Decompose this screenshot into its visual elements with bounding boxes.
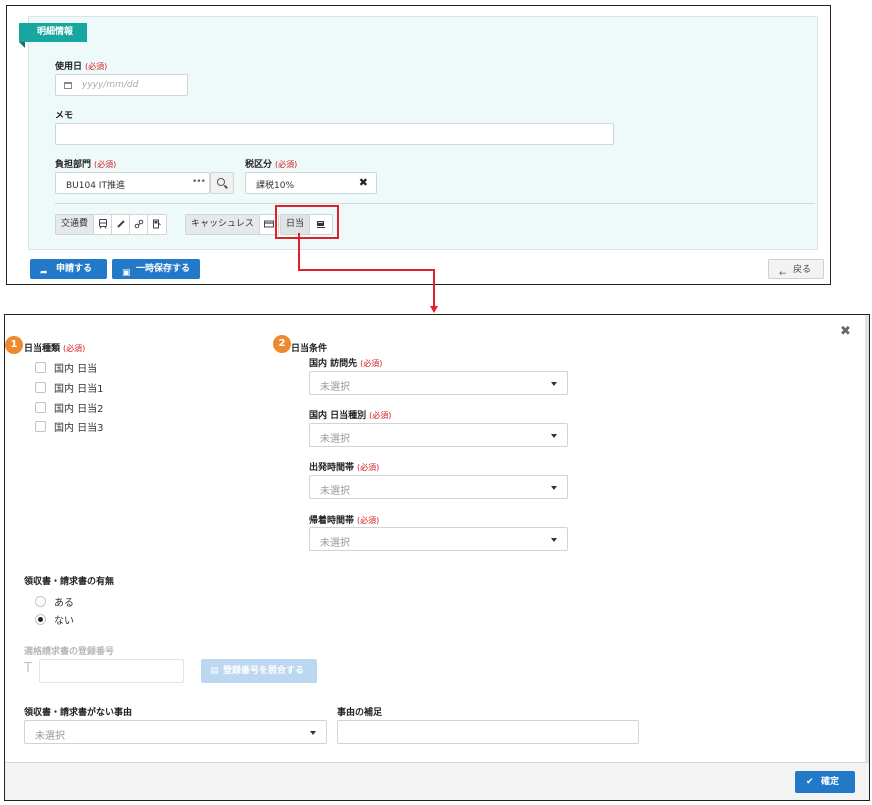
daily-allowance-dialog: ✖ 1 日当種類 (必須) 国内 日当 国内 日当1 国内 日当2 国内 日当3 … <box>4 314 870 801</box>
memo-label: メモ <box>55 111 74 121</box>
calendar-icon <box>64 82 72 89</box>
dialog-footer: ✔ 確定 <box>5 762 869 800</box>
daily-type-heading: 日当種類 (必須) <box>24 344 86 354</box>
detail-info-tag: 明細情報 <box>19 23 87 48</box>
departure-time-select[interactable]: 未選択 <box>309 475 568 499</box>
registration-number-label: 適格請求書の登録番号 <box>24 647 115 657</box>
highlight-box <box>275 205 339 239</box>
connector-line <box>298 233 300 270</box>
daily-type-option[interactable]: 国内 日当2 <box>35 400 104 415</box>
confirm-button[interactable]: ✔ 確定 <box>795 771 855 793</box>
transit-icon[interactable] <box>94 215 113 234</box>
receipt-heading: 領収書・請求書の有無 <box>24 577 115 587</box>
close-icon[interactable]: ✖ <box>840 324 851 339</box>
required-mark: (必須) <box>357 463 380 472</box>
return-time-label: 帰着時間帯 (必須) <box>309 516 380 526</box>
apply-button[interactable]: ➦ 申請する <box>30 259 107 279</box>
required-mark: (必須) <box>275 160 298 169</box>
memo-input[interactable] <box>55 123 614 145</box>
department-search-button[interactable] <box>210 172 234 194</box>
receipt-option-no[interactable]: ない <box>35 612 74 627</box>
cashless-toolbar: キャッシュレス <box>185 214 279 235</box>
required-mark: (必須) <box>85 62 108 71</box>
radio-button-selected[interactable] <box>35 614 46 625</box>
department-label: 負担部門 (必須) <box>55 160 117 170</box>
visit-destination-label: 国内 訪問先 (必須) <box>309 359 383 369</box>
no-receipt-reason-select[interactable]: 未選択 <box>24 720 327 744</box>
registration-prefix: T <box>24 661 32 676</box>
transport-label: 交通費 <box>56 215 95 234</box>
use-date-input[interactable]: yyyy/mm/dd <box>55 74 188 96</box>
registration-number-input[interactable] <box>39 659 184 683</box>
expense-detail-panel: 明細情報 使用日 (必須) yyyy/mm/dd メモ 負担部門 (必須) BU10… <box>6 5 831 285</box>
use-date-label: 使用日 (必須) <box>55 62 108 72</box>
cashless-label: キャッシュレス <box>186 215 260 234</box>
required-mark: (必須) <box>94 160 117 169</box>
step-badge-2: 2 <box>273 335 291 353</box>
chevron-down-icon <box>310 731 316 735</box>
required-mark: (必須) <box>369 411 392 420</box>
temp-save-button[interactable]: ▣ 一時保存する <box>112 259 200 279</box>
save-icon: ▣ <box>122 268 131 278</box>
verify-registration-button[interactable]: ▤ 登録番号を照合する <box>201 659 317 683</box>
share-arrow-icon: ➦ <box>40 268 48 278</box>
search-icon <box>217 178 225 186</box>
chevron-down-icon <box>551 382 557 386</box>
transport-toolbar: 交通費 <box>55 214 168 235</box>
scrollbar[interactable] <box>865 315 869 762</box>
connector-line <box>298 269 435 271</box>
arrow-left-icon: ← <box>779 269 787 279</box>
departure-time-label: 出発時間帯 (必須) <box>309 463 380 473</box>
reason-note-input[interactable] <box>337 720 639 744</box>
daily-type-option[interactable]: 国内 日当 <box>35 360 97 375</box>
daily-type-option[interactable]: 国内 日当3 <box>35 419 104 434</box>
radio-button[interactable] <box>35 596 46 607</box>
use-date-placeholder: yyyy/mm/dd <box>82 80 139 90</box>
receipt-option-yes[interactable]: ある <box>35 594 74 609</box>
back-button[interactable]: ← 戻る <box>768 259 824 279</box>
more-icon[interactable]: ••• <box>192 177 206 187</box>
checkbox[interactable] <box>35 402 46 413</box>
checkbox[interactable] <box>35 362 46 373</box>
fuel-icon[interactable] <box>148 215 167 234</box>
chevron-down-icon <box>551 538 557 542</box>
arrow-down-icon <box>430 306 438 313</box>
required-mark: (必須) <box>63 344 86 353</box>
department-value: BU104 IT推進 <box>66 181 125 191</box>
checkbox[interactable] <box>35 421 46 432</box>
clear-icon[interactable]: ✖ <box>359 176 368 189</box>
tax-value: 課税10% <box>256 181 295 191</box>
check-icon: ✔ <box>806 777 814 787</box>
required-mark: (必須) <box>357 516 380 525</box>
required-mark: (必須) <box>360 359 383 368</box>
chevron-down-icon <box>551 486 557 490</box>
tax-label: 税区分 (必須) <box>245 160 298 170</box>
return-time-select[interactable]: 未選択 <box>309 527 568 551</box>
daily-category-label: 国内 日当種別 (必須) <box>309 411 392 421</box>
checkbox[interactable] <box>35 382 46 393</box>
tax-select[interactable]: 課税10% ✖ <box>245 172 377 194</box>
visit-destination-select[interactable]: 未選択 <box>309 371 568 395</box>
connector-line <box>433 269 435 307</box>
route-icon[interactable] <box>130 215 149 234</box>
reason-note-label: 事由の補足 <box>337 708 383 718</box>
daily-condition-heading: 日当条件 <box>291 344 328 354</box>
no-receipt-reason-label: 領収書・請求書がない事由 <box>24 708 133 718</box>
daily-category-select[interactable]: 未選択 <box>309 423 568 447</box>
pencil-icon[interactable] <box>112 215 131 234</box>
chevron-down-icon <box>551 434 557 438</box>
daily-type-option[interactable]: 国内 日当1 <box>35 380 104 395</box>
document-icon: ▤ <box>210 666 219 676</box>
department-input[interactable]: BU104 IT推進 ••• <box>55 172 210 194</box>
divider <box>55 203 815 204</box>
step-badge-1: 1 <box>5 336 23 354</box>
